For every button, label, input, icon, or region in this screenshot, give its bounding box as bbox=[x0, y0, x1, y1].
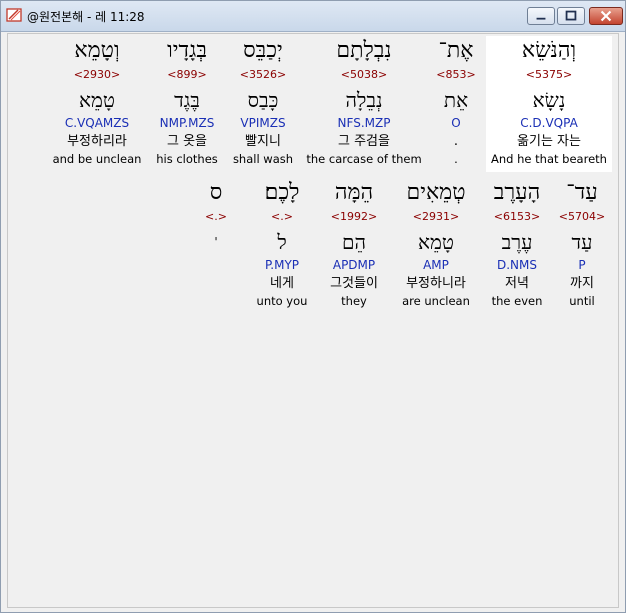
close-icon bbox=[600, 10, 612, 22]
english-gloss: the carcase of them bbox=[306, 152, 422, 166]
english-gloss: his clothes bbox=[156, 152, 218, 166]
english-gloss: they bbox=[341, 294, 367, 308]
hebrew-word: הֵמָּה bbox=[334, 180, 374, 205]
minimize-icon bbox=[536, 17, 546, 20]
hebrew-word: ס bbox=[209, 180, 223, 205]
strong-number[interactable]: <5704> bbox=[554, 210, 610, 228]
verse-row-2: עַד־ <5704> עַד P 까지 until הָעָרֶב <6153… bbox=[8, 178, 618, 314]
korean-gloss: 그 옷을 bbox=[166, 134, 207, 149]
verse-row-1: וְהַנֹּשֵׂא <5375> נָשָׂא C.D.VQPA 옮기는 자… bbox=[8, 36, 618, 172]
word-cell[interactable]: ס <.> ' bbox=[196, 178, 236, 294]
strong-number[interactable]: <1992> bbox=[322, 210, 386, 228]
hebrew-word: יְכַבֵּס bbox=[243, 38, 283, 63]
strong-number[interactable]: <5038> bbox=[304, 68, 424, 86]
app-window: @원전본해 - 레 11:28 וְהַנֹּשֵׂא <5375> נָשָׂ… bbox=[0, 0, 626, 613]
book-icon bbox=[6, 8, 22, 22]
hebrew-lemma: כָּבַס bbox=[247, 88, 279, 112]
korean-gloss: 네게 bbox=[270, 276, 294, 291]
hebrew-lemma: טָמֵא bbox=[79, 88, 115, 112]
hebrew-word: בְּגָדָיו bbox=[167, 38, 207, 63]
word-cell[interactable]: עַד־ <5704> עַד P 까지 until bbox=[554, 178, 610, 308]
morphology-code[interactable]: C.VQAMZS bbox=[48, 116, 146, 134]
word-cell[interactable]: וְטָמֵא <2930> טָמֵא C.VQAMZS 부정하리라 and … bbox=[48, 36, 146, 166]
word-cell[interactable]: אֶת־ <853> אֵת O . . bbox=[426, 36, 486, 166]
word-cell[interactable]: יְכַבֵּס <3526> כָּבַס VPIMZS 빨지니 shall … bbox=[230, 36, 296, 166]
word-cell[interactable]: הֵמָּה <1992> הֵם APDMP 그것들이 they bbox=[322, 178, 386, 308]
english-gloss: are unclean bbox=[402, 294, 470, 308]
morphology-code[interactable]: NFS.MZP bbox=[304, 116, 424, 134]
morphology-code[interactable]: D.NMS bbox=[484, 258, 550, 276]
word-cell[interactable]: נִבְלָתָם <5038> נְבֵלָה NFS.MZP 그 주검을 t… bbox=[304, 36, 424, 166]
hebrew-lemma: עַד bbox=[571, 230, 593, 254]
english-gloss: shall wash bbox=[232, 152, 294, 166]
strong-number[interactable]: <853> bbox=[426, 68, 486, 86]
word-cell[interactable]: וְהַנֹּשֵׂא <5375> נָשָׂא C.D.VQPA 옮기는 자… bbox=[486, 36, 612, 172]
strong-number[interactable]: <2930> bbox=[48, 68, 146, 86]
title-bar[interactable]: @원전본해 - 레 11:28 bbox=[1, 1, 625, 32]
hebrew-lemma: נָשָׂא bbox=[532, 88, 566, 112]
strong-number[interactable]: <.> bbox=[196, 210, 236, 228]
hebrew-lemma: אֵת bbox=[443, 88, 469, 112]
hebrew-lemma: טָמֵא bbox=[418, 230, 454, 254]
korean-gloss: 빨지니 bbox=[245, 134, 281, 149]
maximize-button[interactable] bbox=[557, 7, 585, 25]
morphology-code[interactable] bbox=[196, 258, 236, 276]
hebrew-word: וְטָמֵא bbox=[74, 38, 120, 63]
hebrew-lemma: עֶרֶב bbox=[501, 230, 533, 254]
hebrew-lemma: ל bbox=[277, 230, 287, 254]
minimize-button[interactable] bbox=[527, 7, 555, 25]
window-title: @원전본해 - 레 11:28 bbox=[27, 10, 145, 24]
maximize-icon bbox=[565, 10, 577, 21]
english-gloss: And he that beareth bbox=[491, 152, 607, 166]
word-cell[interactable]: טְמֵאִים <2931> טָמֵא AMP 부정하니라 are uncl… bbox=[394, 178, 478, 308]
interlinear-panel: וְהַנֹּשֵׂא <5375> נָשָׂא C.D.VQPA 옮기는 자… bbox=[7, 33, 619, 608]
hebrew-lemma: בֶּגֶד bbox=[174, 88, 200, 112]
english-gloss: until bbox=[569, 294, 595, 308]
morphology-code[interactable]: NMP.MZS bbox=[154, 116, 220, 134]
hebrew-word: נִבְלָתָם bbox=[336, 38, 392, 63]
morphology-code[interactable]: AMP bbox=[394, 258, 478, 276]
strong-number[interactable]: <2931> bbox=[394, 210, 478, 228]
hebrew-lemma: הֵם bbox=[342, 230, 366, 254]
korean-gloss: 까지 bbox=[570, 276, 594, 291]
korean-gloss: 부정하니라 bbox=[406, 276, 466, 291]
korean-gloss: 옮기는 자는 bbox=[517, 134, 581, 149]
english-gloss: and be unclean bbox=[52, 152, 142, 166]
hebrew-word: הָעָרֶב bbox=[493, 180, 541, 205]
korean-gloss: . bbox=[453, 134, 459, 149]
word-cell[interactable]: הָעָרֶב <6153> עֶרֶב D.NMS 저녁 the even bbox=[484, 178, 550, 308]
morphology-code[interactable]: C.D.VQPA bbox=[486, 116, 612, 134]
morphology-code[interactable]: VPIMZS bbox=[230, 116, 296, 134]
strong-number[interactable]: <5375> bbox=[486, 68, 612, 86]
strong-number[interactable]: <3526> bbox=[230, 68, 296, 86]
morphology-code[interactable]: P bbox=[554, 258, 610, 276]
strong-number[interactable]: <6153> bbox=[484, 210, 550, 228]
hebrew-word: וְהַנֹּשֵׂא bbox=[521, 38, 577, 63]
english-gloss: the even bbox=[491, 294, 543, 308]
hebrew-lemma: ' bbox=[214, 235, 218, 249]
hebrew-word: טְמֵאִים bbox=[406, 180, 466, 205]
korean-gloss bbox=[196, 276, 236, 294]
korean-gloss: 부정하리라 bbox=[67, 134, 127, 149]
morphology-code[interactable]: P.MYP bbox=[250, 258, 314, 276]
hebrew-word: עַד־ bbox=[566, 180, 598, 205]
word-cell[interactable]: בְּגָדָיו <899> בֶּגֶד NMP.MZS 그 옷을 his … bbox=[154, 36, 220, 166]
english-gloss: unto you bbox=[256, 294, 308, 308]
strong-number[interactable]: <.> bbox=[250, 210, 314, 228]
close-button[interactable] bbox=[589, 7, 623, 25]
word-cell[interactable]: לָכֶם׃ <.> ל P.MYP 네게 unto you bbox=[250, 178, 314, 308]
morphology-code[interactable]: O bbox=[426, 116, 486, 134]
morphology-code[interactable]: APDMP bbox=[322, 258, 386, 276]
korean-gloss: 그 주검을 bbox=[338, 134, 390, 149]
strong-number[interactable]: <899> bbox=[154, 68, 220, 86]
korean-gloss: 저녁 bbox=[505, 276, 529, 291]
hebrew-lemma: נְבֵלָה bbox=[345, 88, 383, 112]
english-gloss: . bbox=[454, 152, 458, 166]
korean-gloss: 그것들이 bbox=[330, 276, 378, 291]
hebrew-word: לָכֶם׃ bbox=[264, 180, 300, 205]
hebrew-word: אֶת־ bbox=[438, 38, 474, 63]
